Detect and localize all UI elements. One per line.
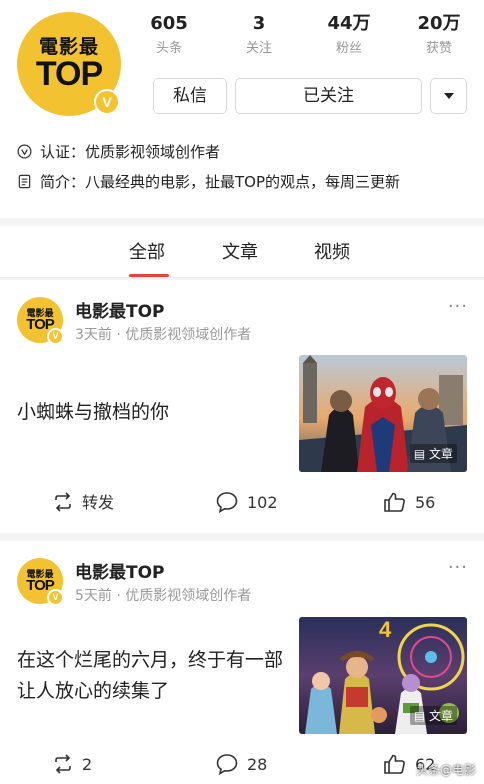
tab-articles[interactable]: 文章 xyxy=(222,238,258,264)
active-tab-indicator xyxy=(129,274,169,277)
repost-icon xyxy=(55,492,71,512)
thumbs-up-icon xyxy=(384,754,405,774)
tab-videos[interactable]: 视频 xyxy=(314,238,350,264)
post-actions: 2 28 62 xyxy=(0,750,484,780)
thumbs-up-icon xyxy=(384,492,405,512)
message-button[interactable]: 私信 xyxy=(153,78,227,114)
verification-line: 认证：优质影视领域创作者 xyxy=(17,141,220,163)
post-title[interactable]: 小蜘蛛与撤档的你 xyxy=(17,397,287,428)
stat-value: 3 xyxy=(252,13,266,34)
feed-post[interactable]: 電影最 TOP V 电影最TOP 5天前 · 优质影视领域创作者 ··· 在这个… xyxy=(0,541,484,784)
post-title[interactable]: 在这个烂尾的六月，终于有一部让人放心的续集了 xyxy=(17,645,287,707)
share-label: 转发 xyxy=(82,493,115,512)
more-icon[interactable]: ··· xyxy=(448,298,468,316)
post-author-name[interactable]: 电影最TOP xyxy=(75,297,165,322)
comment-icon xyxy=(216,754,238,776)
more-options-button[interactable] xyxy=(430,78,467,114)
thumbnail-type-text: 文章 xyxy=(428,709,453,723)
profile-header: 電影最 TOP V 605 头条 3 关注 44万 粉丝 20万 获赞 私信 已… xyxy=(0,0,484,218)
more-icon[interactable]: ··· xyxy=(448,559,468,577)
profile-stats: 605 头条 3 关注 44万 粉丝 20万 获赞 xyxy=(124,12,484,62)
verified-badge-icon: V xyxy=(47,589,64,606)
svg-text:4: 4 xyxy=(379,617,392,642)
content-tabs: 全部 文章 视频 xyxy=(0,226,484,278)
stat-label: 获赞 xyxy=(425,41,452,56)
post-meta: 5天前 · 优质影视领域创作者 xyxy=(75,588,252,604)
verification-text: 认证：优质影视领域创作者 xyxy=(40,143,221,161)
comment-icon xyxy=(216,492,238,514)
thumbnail-type-label: ▤ 文章 xyxy=(409,706,457,725)
follow-button[interactable]: 已关注 xyxy=(235,78,422,114)
post-thumbnail[interactable]: ▤ 文章 xyxy=(299,355,467,472)
post-author-name[interactable]: 电影最TOP xyxy=(75,558,165,583)
comment-button[interactable]: 28 xyxy=(215,750,267,780)
stat-articles[interactable]: 605 头条 xyxy=(124,12,214,62)
stat-label: 头条 xyxy=(155,41,182,56)
document-icon xyxy=(18,174,31,189)
stat-following[interactable]: 3 关注 xyxy=(214,12,304,62)
stat-value: 44万 xyxy=(327,13,371,34)
comment-count: 28 xyxy=(247,755,268,774)
verified-badge-icon: V xyxy=(47,328,64,345)
stat-value: 605 xyxy=(150,13,188,34)
post-meta: 3天前 · 优质影视领域创作者 xyxy=(75,327,252,343)
stat-followers[interactable]: 44万 粉丝 xyxy=(304,12,394,62)
share-button[interactable]: 2 xyxy=(52,750,92,780)
comment-count: 102 xyxy=(247,493,278,512)
stat-value: 20万 xyxy=(417,13,461,34)
repost-icon xyxy=(55,754,71,774)
like-button[interactable]: 56 xyxy=(383,488,435,518)
watermark: 头条@电影 xyxy=(415,763,476,777)
chevron-down-icon xyxy=(443,93,454,99)
post-actions: 转发 102 56 xyxy=(0,488,484,518)
thumbnail-type-text: 文章 xyxy=(428,447,453,461)
verified-badge-icon: V xyxy=(94,89,120,115)
verified-icon xyxy=(17,144,32,159)
share-count: 2 xyxy=(82,755,93,774)
stat-likes[interactable]: 20万 获赞 xyxy=(394,12,484,62)
feed-post[interactable]: 電影最 TOP V 电影最TOP 3天前 · 优质影视领域创作者 ··· 小蜘蛛… xyxy=(0,280,484,533)
stat-label: 粉丝 xyxy=(335,41,362,56)
like-count: 56 xyxy=(415,493,436,512)
comment-button[interactable]: 102 xyxy=(215,488,278,518)
post-thumbnail[interactable]: 4 ▤ 文章 xyxy=(299,617,467,734)
intro-text: 简介：八最经典的电影，扯最TOP的观点，每周三更新 xyxy=(40,173,401,191)
stat-label: 关注 xyxy=(245,41,272,56)
thumbnail-type-label: ▤ 文章 xyxy=(409,444,457,463)
share-button[interactable]: 转发 xyxy=(52,488,114,518)
intro-line: 简介：八最经典的电影，扯最TOP的观点，每周三更新 xyxy=(17,171,400,193)
tab-all[interactable]: 全部 xyxy=(129,238,165,264)
